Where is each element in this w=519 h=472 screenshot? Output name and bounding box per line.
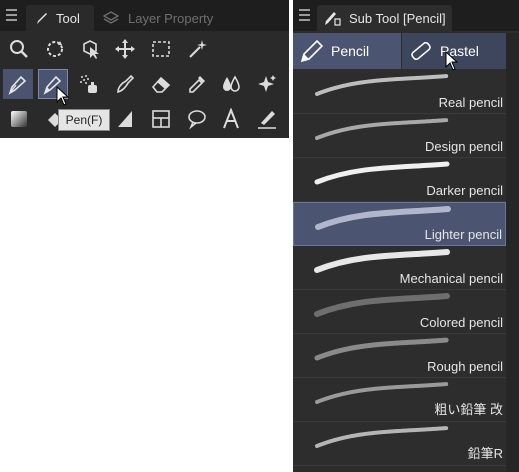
sub-tool-scrollbar[interactable] [506, 33, 519, 472]
rotate-icon [47, 41, 63, 57]
balloon-icon [188, 110, 206, 130]
brush-icon [117, 74, 135, 94]
pen-icon [8, 75, 27, 95]
figure-tool-button[interactable] [110, 104, 140, 134]
gradient-tool-button[interactable] [4, 104, 34, 134]
sub-tool-palette: Sub Tool [Pencil] Pencil Pastel Real pen… [293, 0, 519, 472]
correct-line-tool-button[interactable] [252, 104, 282, 134]
group-pencil-label: Pencil [331, 43, 370, 59]
brush-name: Design pencil [424, 139, 503, 154]
sub-tool-lighter-pencil[interactable]: Lighter pencil [293, 202, 506, 246]
frame-border-tool-button[interactable] [146, 104, 176, 134]
eyedropper-tool-button[interactable] [182, 69, 212, 99]
brush-name: Lighter pencil [424, 227, 502, 242]
sub-tool-pencil-r[interactable]: 鉛筆R [293, 422, 506, 466]
tab-sub-tool[interactable]: Sub Tool [Pencil] [317, 5, 452, 31]
decoration-tool-button[interactable] [252, 69, 282, 99]
correct-line-icon [258, 111, 276, 129]
airbrush-tool-button[interactable] [74, 69, 104, 99]
pastel-icon [411, 41, 431, 61]
tool-tooltip: Pen(F) [58, 109, 110, 131]
sub-palette-menu-icon[interactable] [299, 9, 310, 21]
eyedropper-icon [189, 76, 205, 93]
move-icon [115, 39, 135, 59]
brush-name: 粗い鉛筆 改 [434, 402, 503, 417]
palette-menu-icon[interactable] [6, 9, 17, 21]
zoom-tool-button[interactable] [4, 34, 34, 64]
sub-tool-rough-pencil-kai[interactable]: 粗い鉛筆 改 [293, 378, 506, 422]
sub-tool-mechanical-pencil[interactable]: Mechanical pencil [293, 246, 506, 290]
text-tool-button[interactable] [216, 104, 246, 134]
brush-name: Darker pencil [426, 183, 503, 198]
brush-name: Real pencil [438, 95, 503, 110]
tab-layer-property[interactable]: Layer Property [97, 5, 215, 31]
blend-tool-button[interactable] [216, 69, 246, 99]
magic-wand-icon [189, 40, 207, 58]
marquee-selection-icon [152, 41, 170, 57]
brush-name: Mechanical pencil [399, 271, 503, 286]
tab-layer-property-label: Layer Property [128, 10, 214, 26]
brush-stroke-preview [315, 74, 449, 96]
pen-tool-button[interactable] [3, 69, 33, 99]
tab-tool[interactable]: Tool [26, 5, 94, 31]
mouse-cursor-icon [56, 86, 70, 106]
text-icon [223, 108, 239, 129]
brush-tool-button[interactable] [110, 69, 140, 99]
brush-tab-icon [37, 13, 47, 24]
eraser-tool-button[interactable] [146, 69, 176, 99]
auto-select-tool-button[interactable] [182, 34, 212, 64]
marquee-tool-button[interactable] [146, 34, 176, 64]
mouse-cursor-icon [445, 51, 459, 71]
sub-tool-colored-pencil[interactable]: Colored pencil [293, 290, 506, 334]
pencil-icon [300, 39, 324, 63]
brush-name: Rough pencil [427, 359, 503, 374]
airbrush-icon [80, 75, 97, 93]
sub-tool-design-pencil[interactable]: Design pencil [293, 114, 506, 158]
sub-tool-tab-icon [325, 12, 341, 26]
brush-stroke-preview [315, 426, 449, 448]
sub-tool-rough-pencil[interactable]: Rough pencil [293, 334, 506, 378]
eraser-icon [151, 76, 171, 93]
tool-palette: Tool Layer Property Pen(F) [0, 0, 289, 138]
balloon-tool-button[interactable] [182, 104, 212, 134]
blend-icon [223, 75, 240, 92]
tool-grid [0, 31, 289, 138]
sparkle-icon [258, 75, 276, 92]
gradient-icon [11, 111, 27, 127]
figure-icon [118, 111, 132, 127]
tool-palette-header: Tool Layer Property [0, 0, 289, 31]
object-tool-button[interactable] [76, 34, 106, 64]
group-pencil-button[interactable]: Pencil [293, 33, 401, 69]
move-tool-button[interactable] [110, 34, 140, 64]
sub-tool-darker-pencil[interactable]: Darker pencil [293, 158, 506, 202]
tab-tool-label: Tool [56, 10, 80, 26]
rotate-tool-button[interactable] [40, 34, 70, 64]
layer-property-icon [102, 11, 120, 24]
object-select-icon [83, 40, 99, 59]
brush-name: 鉛筆R [467, 446, 503, 461]
zoom-icon [10, 40, 28, 58]
frame-border-icon [152, 110, 170, 128]
sub-tool-title: Sub Tool [Pencil] [349, 10, 446, 26]
sub-tool-real-pencil[interactable]: Real pencil [293, 70, 506, 114]
sub-tool-list: Real pencil Design pencil Darker pencil … [293, 70, 506, 472]
sub-tool-group-bar: Pencil Pastel [293, 33, 506, 71]
sub-tool-header: Sub Tool [Pencil] [293, 0, 519, 31]
brush-name: Colored pencil [419, 315, 503, 330]
